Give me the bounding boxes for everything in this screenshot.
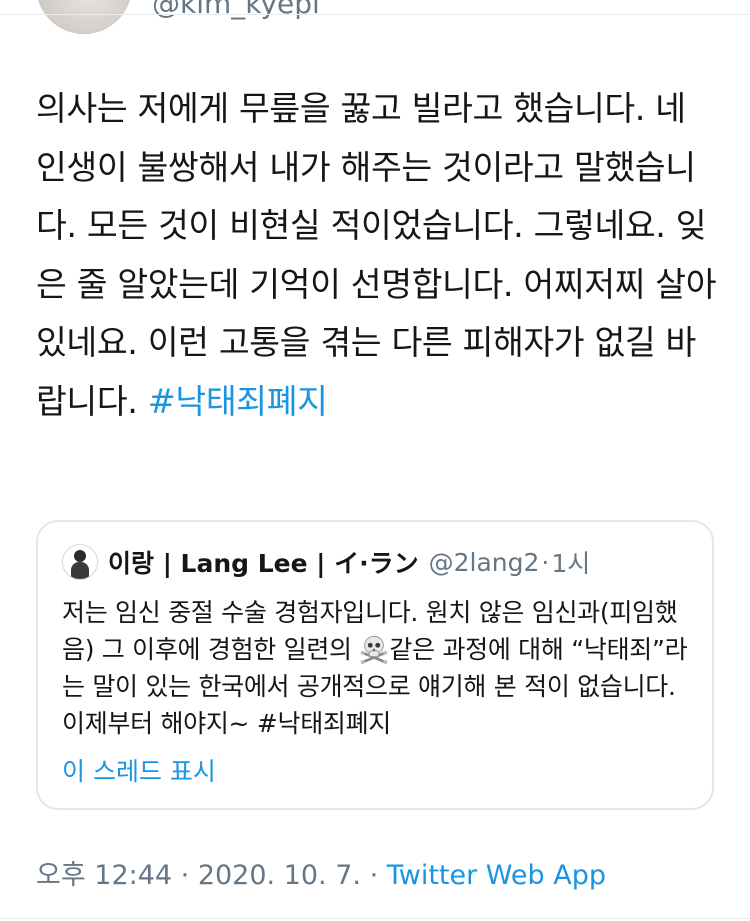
quoted-tweet-card[interactable]: 이랑 | Lang Lee | イ·ラン @2lang2 · 1시 저는 임신 … bbox=[36, 520, 714, 810]
top-divider bbox=[0, 14, 750, 15]
author-handle[interactable]: @kim_kyepi bbox=[152, 0, 320, 20]
tweet-source-link[interactable]: Twitter Web App bbox=[387, 860, 606, 891]
quoted-tweet-time: 1시 bbox=[551, 549, 591, 578]
quoted-time-separator: · bbox=[541, 547, 550, 577]
tweet-hashtag-link[interactable]: #낙태죄폐지 bbox=[148, 382, 328, 421]
author-avatar[interactable] bbox=[36, 0, 132, 34]
tweet-text: 의사는 저에게 무릎을 꿇고 빌라고 했습니다. 네 인생이 불쌍해서 내가 해… bbox=[36, 80, 726, 431]
tweet-detail-view: @kim_kyepi 의사는 저에게 무릎을 꿇고 빌라고 했습니다. 네 인생… bbox=[0, 0, 750, 921]
quoted-hashtag-link[interactable]: #낙태죄폐지 bbox=[257, 709, 391, 738]
quoted-author-avatar bbox=[62, 544, 98, 580]
quoted-tweet-header: 이랑 | Lang Lee | イ·ラン @2lang2 · 1시 bbox=[62, 542, 590, 582]
quoted-author-name: 이랑 | Lang Lee | イ·ラン bbox=[108, 549, 419, 578]
show-thread-link[interactable]: 이 스레드 표시 bbox=[62, 752, 216, 788]
metadata-separator: · bbox=[360, 860, 387, 891]
tweet-metadata: 오후 12:44 · 2020. 10. 7. · Twitter Web Ap… bbox=[36, 853, 606, 892]
tweet-body: 의사는 저에게 무릎을 꿇고 빌라고 했습니다. 네 인생이 불쌍해서 내가 해… bbox=[36, 89, 717, 421]
bottom-divider bbox=[0, 918, 750, 919]
quoted-author-handle: @2lang2 bbox=[428, 547, 540, 577]
tweet-timestamp[interactable]: 오후 12:44 · 2020. 10. 7. bbox=[36, 860, 361, 891]
skull-crossbones-icon bbox=[361, 635, 388, 664]
quoted-tweet-text: 저는 임신 중절 수술 경험자입니다. 원치 않은 임신과(피임했음) 그 이후… bbox=[62, 594, 702, 742]
